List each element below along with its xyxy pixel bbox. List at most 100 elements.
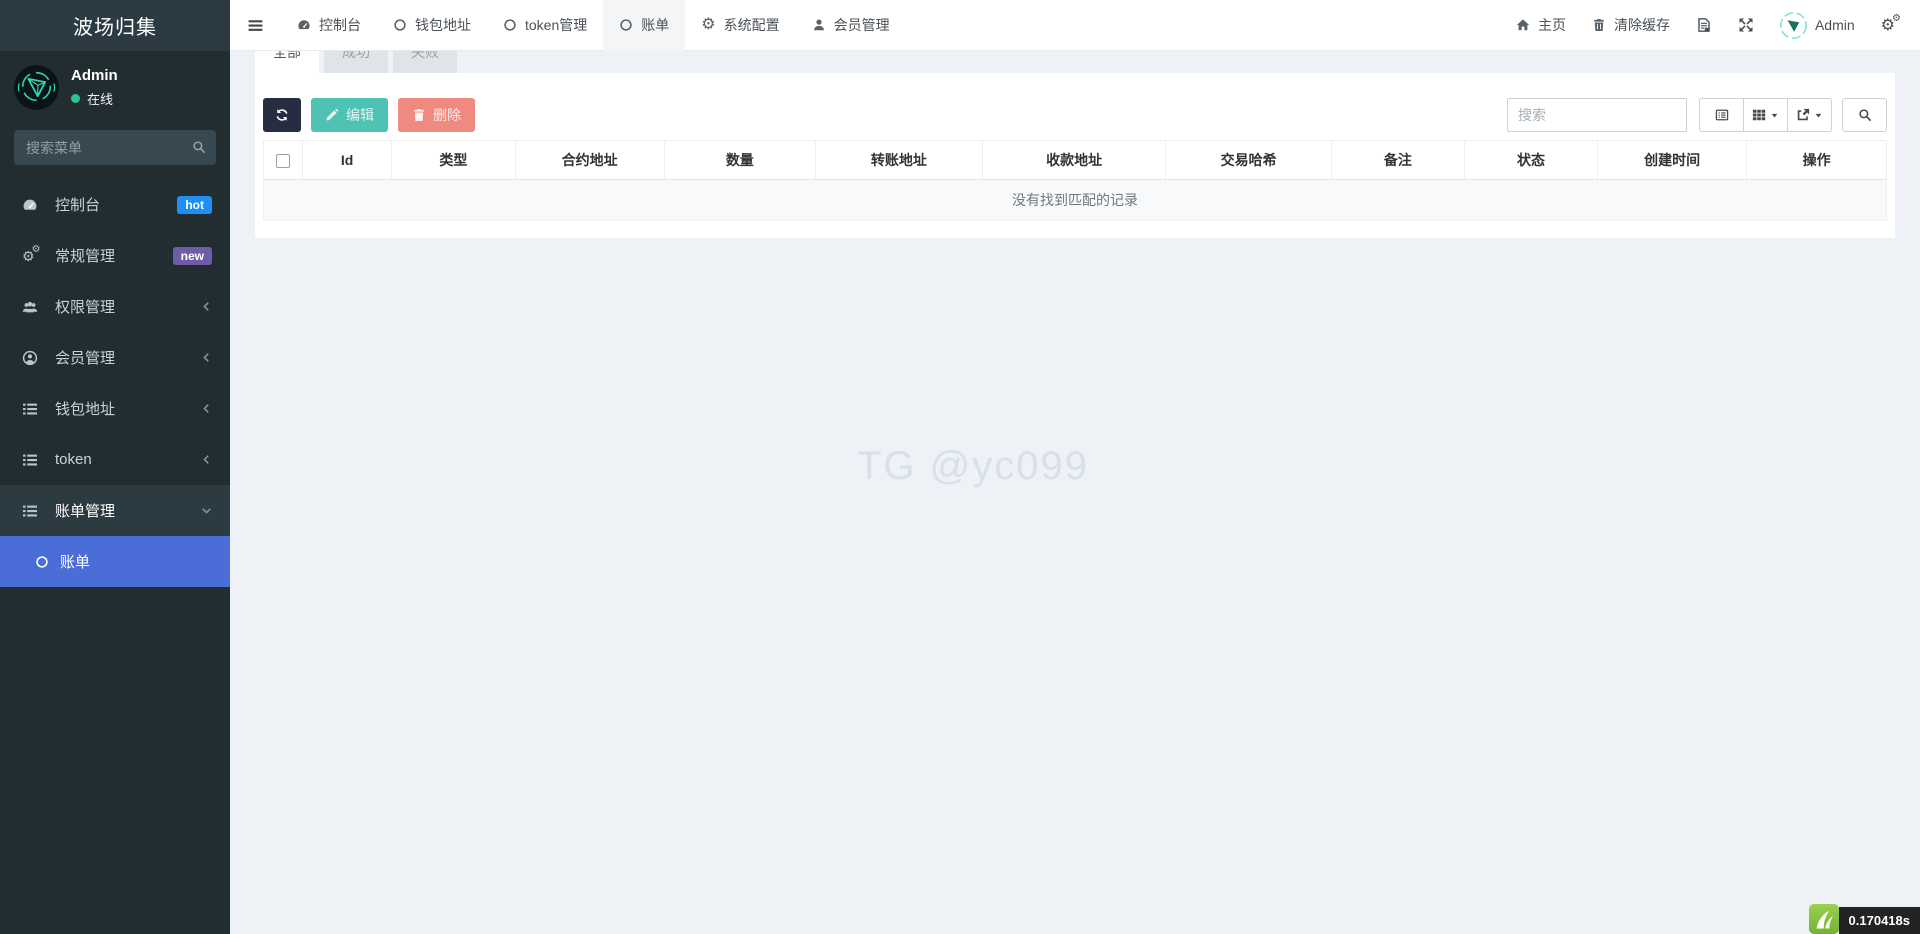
sidebar-search [14,130,216,165]
list-alt-icon [1715,108,1729,122]
table-search-input[interactable] [1507,98,1687,132]
thinkphp-trace-icon[interactable] [1808,904,1839,934]
column-header-contract-address: 合约地址 [514,140,665,180]
nav-tab-label: 系统配置 [723,17,780,33]
home-link[interactable]: 主页 [1503,0,1579,51]
nav-tab-label: 钱包地址 [415,17,471,33]
chevron-left-icon [201,403,212,414]
trash-icon [412,108,426,122]
search-submit-button[interactable] [1842,98,1887,132]
sidebar-item-label: 控制台 [55,197,101,214]
detail-view-button[interactable] [1699,98,1744,132]
empty-message: 没有找到匹配的记录 [263,179,1887,221]
pencil-icon [325,108,339,122]
navbar-right: 主页 清除缓存 Admin ⚙ ⚙ [1503,0,1920,51]
export-icon [1796,108,1810,122]
circle-o-icon [35,555,49,569]
circle-o-icon [503,18,517,32]
sidebar-item-permissions[interactable]: 权限管理 [0,281,230,332]
home-label: 主页 [1537,17,1566,33]
sidebar-item-label: 权限管理 [55,299,116,316]
sidebar-item-wallet-address[interactable]: 钱包地址 [0,383,230,434]
sidebar-item-bill-management[interactable]: 账单管理 [0,485,230,536]
nav-tab-wallet-address[interactable]: 钱包地址 [377,0,487,51]
gears-icon: ⚙ ⚙ [22,243,41,264]
nav-tab-bill[interactable]: 账单 [603,0,686,51]
sidebar-item-label: 会员管理 [55,350,116,367]
refresh-icon [275,108,289,122]
nav-tab-label: 控制台 [319,17,361,33]
navbar-user[interactable]: Admin [1767,0,1868,51]
nav-tab-members[interactable]: 会员管理 [796,0,906,51]
sidebar-item-general[interactable]: ⚙ ⚙ 常规管理 new [0,230,230,281]
users-icon [22,299,44,315]
sidebar-item-label: 账单管理 [55,503,116,520]
select-all-checkbox[interactable] [275,154,290,169]
clear-cache-link[interactable]: 清除缓存 [1579,0,1683,51]
list-icon [22,401,44,417]
docs-button[interactable] [1683,0,1725,51]
menu-search-input[interactable] [14,130,216,165]
top-navbar: 控制台 钱包地址 token管理 账单 ⚙ 系统配置 会员管理 主页 清除缓存 … [230,0,1920,51]
fullscreen-icon [1738,17,1754,33]
sidebar-item-dashboard[interactable]: 控制台 hot [0,179,230,230]
user-status-label: 在线 [87,92,114,107]
sidebar-item-token[interactable]: token [0,434,230,485]
user-name: Admin [71,67,118,84]
caret-down-icon [1770,111,1779,120]
grid-icon [1752,108,1766,122]
search-icon [1858,108,1872,122]
column-header-remark: 备注 [1330,140,1465,180]
nav-tab-label: 账单 [641,17,670,33]
column-header-amount: 数量 [663,140,816,180]
delete-button[interactable]: 删除 [398,98,475,132]
edit-button-label: 编辑 [346,107,374,123]
clear-cache-label: 清除缓存 [1613,17,1670,33]
table-header-row: Id 类型 合约地址 数量 转账地址 收款地址 交易哈希 备注 状态 创建时间 … [263,140,1887,180]
settings-button[interactable]: ⚙ ⚙ [1868,0,1908,51]
sidebar-toggle-button[interactable] [230,0,281,51]
search-icon [192,140,206,154]
sidebar-subitem-bill[interactable]: 账单 [0,536,230,587]
trace-time: 0.170418s [1838,907,1920,934]
nav-tab-label: token管理 [525,17,588,33]
sidebar-menu: 控制台 hot ⚙ ⚙ 常规管理 new 权限管理 会员管理 钱包地址 token [0,179,230,587]
sidebar-item-label: token [55,451,92,468]
column-header-actions: 操作 [1746,140,1887,180]
circle-o-icon [619,18,633,32]
columns-button[interactable] [1743,98,1788,132]
refresh-button[interactable] [263,98,301,132]
tachometer-icon [297,18,311,32]
select-all-cell [263,140,303,180]
nav-tab-token[interactable]: token管理 [487,0,603,51]
toolbar-right [1507,98,1887,132]
fullscreen-button[interactable] [1725,0,1767,51]
tron-avatar [14,65,59,110]
user-panel: Admin 在线 [0,51,230,118]
user-circle-icon [22,350,44,366]
hamburger-icon [247,17,264,34]
hot-badge: hot [177,195,212,214]
delete-button-label: 删除 [433,107,461,123]
nav-tab-dashboard[interactable]: 控制台 [281,0,377,51]
nav-tab-system-config[interactable]: ⚙ 系统配置 [685,0,795,51]
list-icon [22,503,44,519]
sidebar-item-members[interactable]: 会员管理 [0,332,230,383]
circle-o-icon [393,18,407,32]
home-icon [1516,18,1530,32]
tachometer-icon [22,197,44,213]
navbar-tabs: 控制台 钱包地址 token管理 账单 ⚙ 系统配置 会员管理 [281,0,906,51]
edit-button[interactable]: 编辑 [311,98,388,132]
export-button[interactable] [1787,98,1832,132]
column-header-type: 类型 [391,140,516,180]
column-header-created-at: 创建时间 [1597,140,1748,180]
chevron-left-icon [201,352,212,363]
trace-bar: 0.170418s [1808,904,1920,934]
sidebar-item-label: 常规管理 [55,248,116,265]
new-badge: new [172,246,212,265]
empty-row: 没有找到匹配的记录 [263,179,1887,221]
user-icon [812,18,826,32]
sidebar-subitem-label: 账单 [60,554,91,571]
sidebar-item-label: 钱包地址 [55,401,116,418]
column-header-id: Id [301,140,393,180]
